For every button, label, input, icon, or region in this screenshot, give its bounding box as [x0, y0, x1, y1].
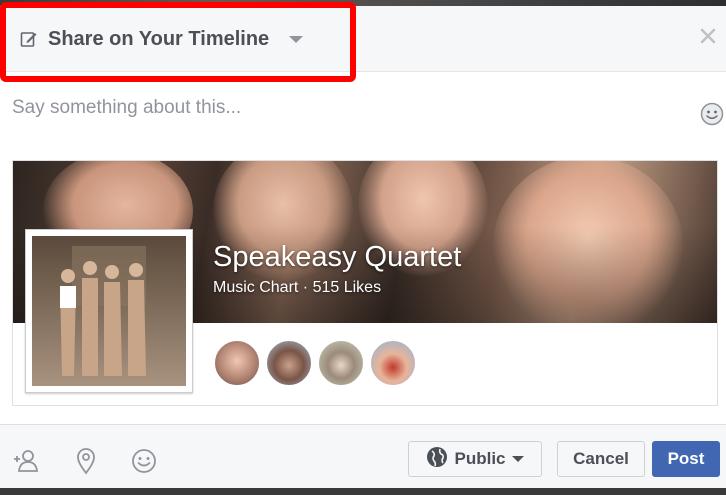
post-button[interactable]: Post [652, 441, 720, 477]
friend-avatars [213, 339, 417, 387]
status-composer-input[interactable] [12, 94, 672, 122]
location-pin-icon[interactable] [72, 447, 100, 475]
page-profile-picture[interactable] [25, 229, 193, 393]
cancel-button[interactable]: Cancel [557, 441, 645, 477]
emoji-smile-icon[interactable] [700, 102, 724, 126]
edit-pencil-icon [20, 30, 38, 48]
page-name[interactable]: Speakeasy Quartet [213, 241, 461, 274]
caret-down-icon [511, 456, 524, 462]
shared-page-card[interactable]: Speakeasy Quartet Music Chart · 515 Like… [12, 160, 718, 406]
friend-avatar[interactable] [265, 339, 313, 387]
profile-photo [32, 236, 186, 386]
feeling-smile-icon[interactable] [130, 447, 158, 475]
share-target-label: Share on Your Timeline [48, 27, 270, 50]
audience-label: Public [454, 449, 506, 468]
dialog-footer: Public Cancel Post [0, 424, 726, 495]
tag-friend-icon[interactable] [12, 447, 40, 475]
background-strip-bottom [0, 488, 726, 495]
caret-down-icon [289, 35, 304, 43]
audience-selector-button[interactable]: Public [408, 441, 542, 477]
friend-avatar[interactable] [317, 339, 365, 387]
friend-avatar[interactable] [213, 339, 261, 387]
close-icon[interactable] [698, 26, 718, 46]
globe-icon [426, 446, 448, 473]
friend-avatar[interactable] [369, 339, 417, 387]
share-target-selector[interactable]: Share on Your Timeline [20, 26, 304, 52]
page-meta: Music Chart · 515 Likes [213, 279, 382, 296]
